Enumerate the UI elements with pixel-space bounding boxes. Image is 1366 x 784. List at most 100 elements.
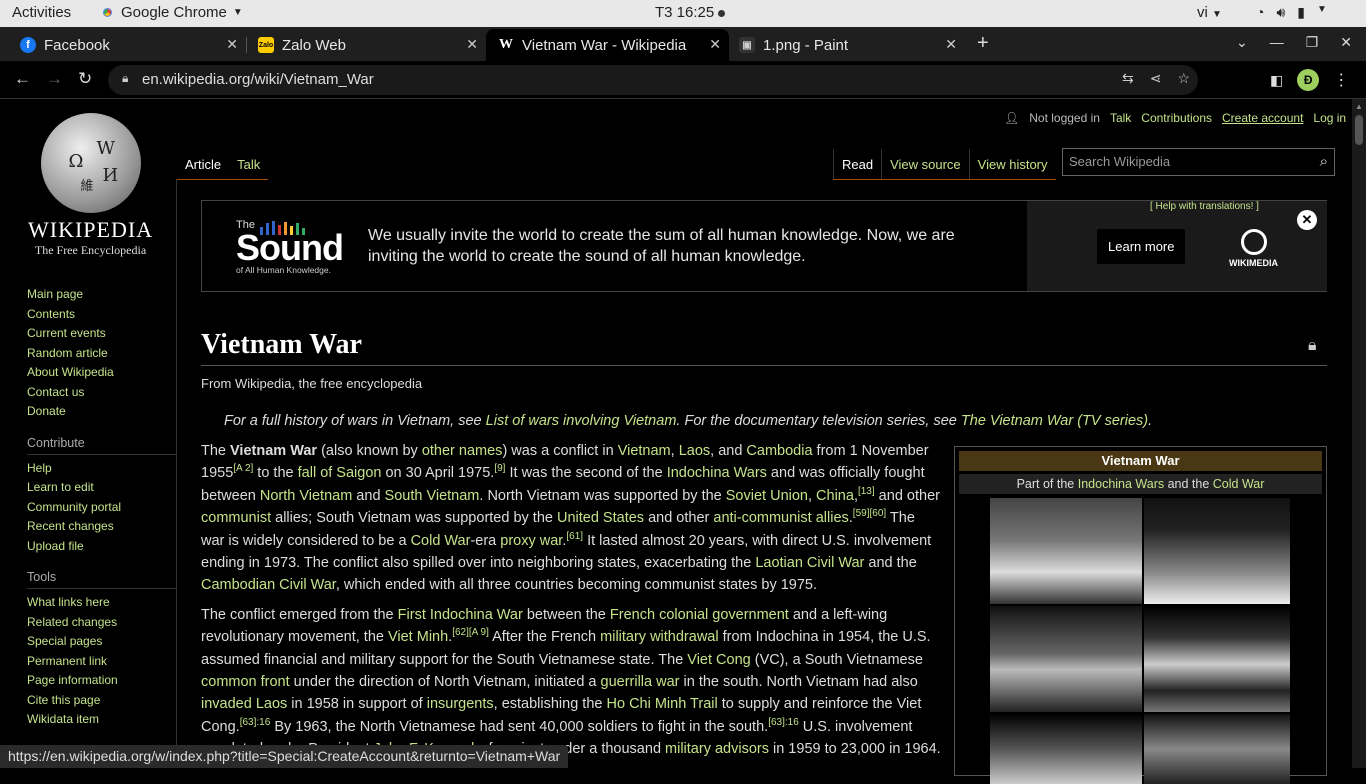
sidebar-item-current-events[interactable]: Current events — [27, 324, 177, 344]
article-link[interactable]: South Vietnam — [385, 488, 480, 504]
sidebar-item-related-changes[interactable]: Related changes — [27, 613, 177, 633]
photo-jets[interactable] — [1144, 606, 1290, 712]
reload-icon[interactable]: ↻ — [78, 69, 92, 89]
citation-ref[interactable]: [62][A 9] — [452, 627, 489, 638]
article-link[interactable]: Indochina Wars — [667, 465, 767, 481]
article-link[interactable]: anti-communist allies — [713, 510, 848, 526]
hatnote-link-tv-series[interactable]: The Vietnam War (TV series) — [961, 413, 1148, 429]
help-translations-link[interactable]: [ Help with translations! ] — [1150, 201, 1259, 212]
tab-article[interactable]: Article — [177, 149, 229, 179]
sidebar-item-permanent-link[interactable]: Permanent link — [27, 652, 177, 672]
scroll-up-icon[interactable]: ▲ — [1355, 102, 1363, 111]
photo-woman-umbrella[interactable] — [990, 606, 1142, 712]
tab-view-history[interactable]: View history — [968, 149, 1056, 179]
log-in-link[interactable]: Log in — [1313, 111, 1346, 125]
article-link[interactable]: military withdrawal — [600, 629, 718, 645]
article-link[interactable]: Cambodia — [746, 443, 812, 459]
sidebar-item-recent-changes[interactable]: Recent changes — [27, 517, 177, 537]
lock-icon[interactable]: 🔒︎ — [122, 71, 128, 86]
citation-ref[interactable]: [61] — [566, 531, 583, 542]
sidebar-item-cite-this-page[interactable]: Cite this page — [27, 691, 177, 711]
article-link[interactable]: First Indochina War — [398, 607, 523, 623]
close-icon[interactable]: ✕ — [226, 36, 238, 53]
close-icon[interactable]: ✕ — [1297, 210, 1317, 230]
search-input[interactable] — [1069, 154, 1299, 169]
side-panel-icon[interactable]: ◧ — [1270, 72, 1283, 89]
article-link[interactable]: Cambodian Civil War — [201, 577, 336, 593]
address-bar[interactable]: 🔒︎ en.wikipedia.org/wiki/Vietnam_War ⇆ ⋖… — [108, 65, 1198, 95]
sidebar-item-random-article[interactable]: Random article — [27, 344, 177, 364]
kebab-menu-icon[interactable]: ⋮ — [1333, 70, 1349, 90]
tab-wikipedia[interactable]: W Vietnam War - Wikipedia ✕ — [486, 29, 729, 61]
tab-talk[interactable]: Talk — [229, 149, 268, 179]
sidebar-item-about-wikipedia[interactable]: About Wikipedia — [27, 363, 177, 383]
article-link[interactable]: fall of Saigon — [298, 465, 382, 481]
forward-arrow-icon[interactable]: → — [46, 69, 63, 89]
citation-ref[interactable]: [A 2] — [233, 464, 253, 475]
citation-ref[interactable]: [59][60] — [853, 508, 886, 519]
article-link[interactable]: Viet Cong — [687, 652, 750, 668]
sidebar-item-donate[interactable]: Donate — [27, 402, 177, 422]
photo-soldiers[interactable] — [1144, 498, 1290, 604]
sidebar-item-community-portal[interactable]: Community portal — [27, 498, 177, 518]
photo-crowd[interactable] — [990, 714, 1142, 784]
translate-icon[interactable]: ⇆ — [1122, 70, 1134, 87]
article-link[interactable]: guerrilla war — [601, 674, 680, 690]
article-link[interactable]: North Vietnam — [260, 488, 352, 504]
input-language[interactable]: vi ▼ — [1197, 4, 1222, 21]
new-tab-button[interactable]: + — [977, 32, 989, 55]
citation-ref[interactable]: [63]:16 — [768, 717, 799, 728]
article-link[interactable]: Laotian Civil War — [755, 555, 864, 571]
sidebar-item-contact-us[interactable]: Contact us — [27, 383, 177, 403]
article-link[interactable]: Vietnam — [618, 443, 671, 459]
tab-search-icon[interactable]: ⌄ — [1236, 34, 1248, 51]
citation-ref[interactable]: [63]:16 — [240, 717, 271, 728]
sidebar-item-what-links-here[interactable]: What links here — [27, 593, 177, 613]
profile-avatar[interactable]: Đ — [1297, 69, 1320, 91]
tab-paint[interactable]: ▣ 1.png - Paint ✕ — [729, 29, 965, 61]
article-link[interactable]: invaded Laos — [201, 696, 287, 712]
learn-more-button[interactable]: Learn more — [1097, 229, 1186, 264]
close-icon[interactable]: ✕ — [945, 36, 957, 53]
article-link[interactable]: military advisors — [665, 741, 769, 757]
url-text[interactable]: en.wikipedia.org/wiki/Vietnam_War — [142, 71, 374, 88]
search-icon[interactable]: ⌕ — [1320, 153, 1328, 170]
infobox-photo-montage[interactable] — [990, 498, 1290, 784]
citation-ref[interactable]: [13] — [858, 486, 875, 497]
clock[interactable]: T3 16:25 — [655, 4, 726, 21]
create-account-link[interactable]: Create account — [1222, 111, 1303, 125]
back-arrow-icon[interactable]: ← — [14, 69, 31, 89]
article-link[interactable]: common front — [201, 674, 290, 690]
close-icon[interactable]: ✕ — [709, 36, 721, 53]
close-icon[interactable]: ✕ — [466, 36, 478, 53]
article-link[interactable]: Laos — [679, 443, 710, 459]
contributions-link[interactable]: Contributions — [1141, 111, 1212, 125]
sidebar-item-main-page[interactable]: Main page — [27, 285, 177, 305]
sidebar-item-help[interactable]: Help — [27, 459, 177, 479]
maximize-icon[interactable]: ❐ — [1306, 34, 1319, 51]
article-link[interactable]: proxy war — [500, 533, 562, 549]
infobox-link-indochina-wars[interactable]: Indochina Wars — [1078, 477, 1164, 491]
article-link[interactable]: Cold War — [411, 533, 471, 549]
sidebar-item-learn-to-edit[interactable]: Learn to edit — [27, 478, 177, 498]
wikipedia-logo[interactable]: ΩW維И WIKIPEDIA The Free Encyclopedia — [28, 113, 153, 258]
app-menu[interactable]: Google Chrome ▼ — [100, 4, 243, 21]
article-link[interactable]: United States — [557, 510, 644, 526]
citation-ref[interactable]: [9] — [494, 464, 505, 475]
share-icon[interactable]: ⋖ — [1150, 70, 1162, 87]
article-link[interactable]: French colonial government — [610, 607, 789, 623]
scrollbar-thumb[interactable] — [1355, 115, 1363, 145]
article-link[interactable]: China — [816, 488, 854, 504]
photo-battle[interactable] — [1144, 714, 1290, 784]
tab-facebook[interactable]: f Facebook ✕ — [0, 29, 246, 61]
article-link[interactable]: Ho Chi Minh Trail — [607, 696, 718, 712]
user-talk-link[interactable]: Talk — [1110, 111, 1131, 125]
page-scrollbar[interactable]: ▲ — [1352, 99, 1366, 768]
article-link[interactable]: communist — [201, 510, 271, 526]
padlock-icon[interactable]: 🔒︎ — [1308, 337, 1317, 355]
minimize-icon[interactable]: — — [1270, 34, 1284, 51]
tab-zalo[interactable]: Zalo Zalo Web ✕ — [238, 29, 486, 61]
photo-helicopter[interactable] — [990, 498, 1142, 604]
sidebar-item-upload-file[interactable]: Upload file — [27, 537, 177, 557]
article-link[interactable]: other names — [422, 443, 503, 459]
